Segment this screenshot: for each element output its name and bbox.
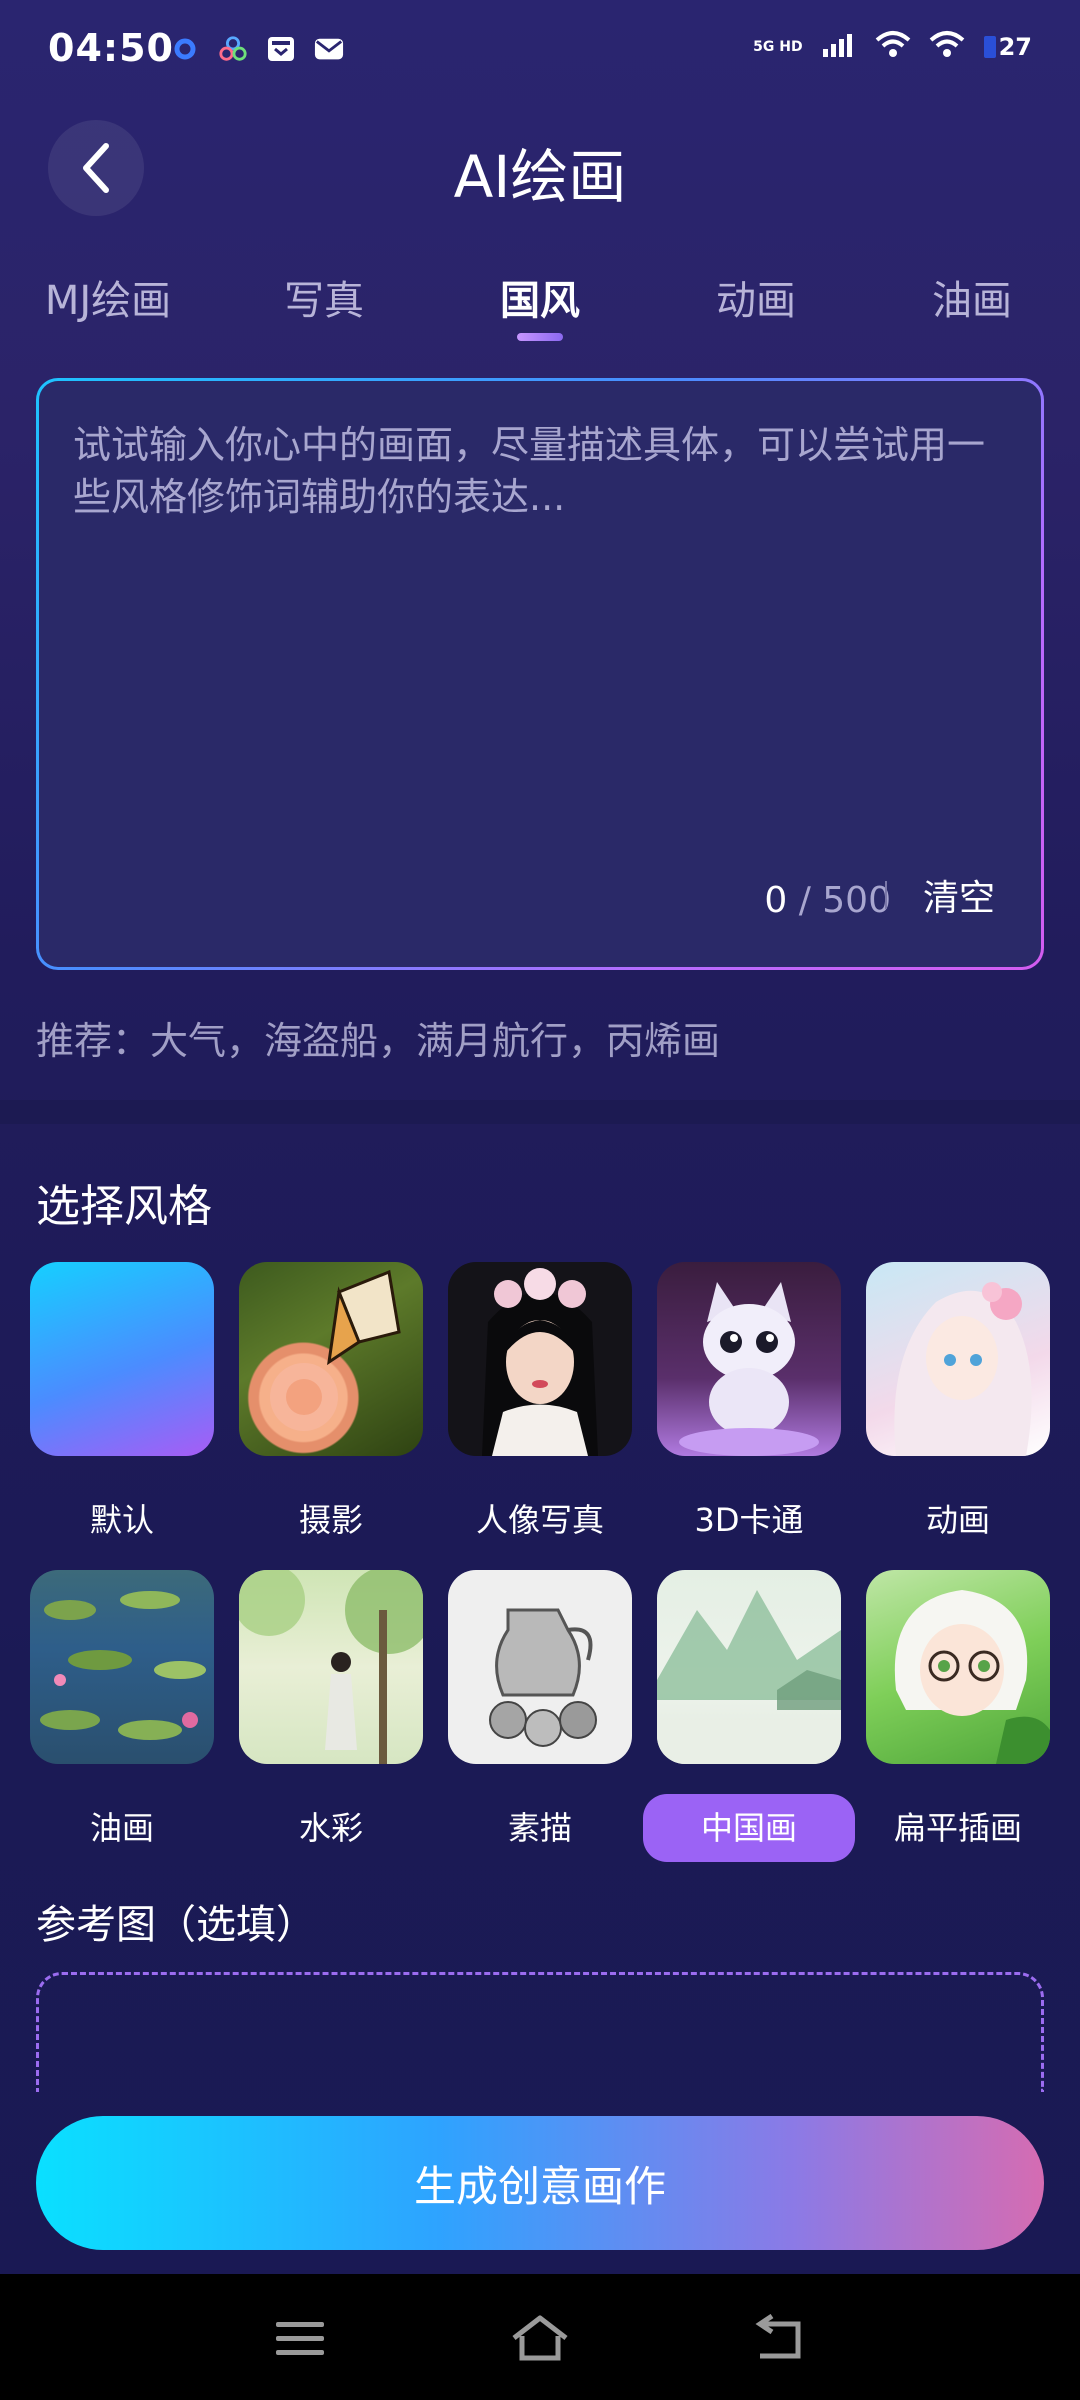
prompt-input-box[interactable]: 试试输入你心中的画面，尽量描述具体，可以尝试用一些风格修饰词辅助你的表达... … xyxy=(36,378,1044,970)
style-item-flat-illustration[interactable]: 扁平插画 xyxy=(866,1570,1050,1862)
status-time: 04:50 xyxy=(48,26,174,70)
style-label: 素描 xyxy=(507,1809,572,1847)
char-count-current: 0 xyxy=(764,880,788,921)
style-item-portrait[interactable]: 人像写真 xyxy=(448,1262,632,1554)
clear-button[interactable]: 清空 xyxy=(923,869,995,921)
tab-portrait[interactable]: 写真 xyxy=(284,268,364,326)
char-count-max: / 500 xyxy=(798,880,891,921)
signal-icon xyxy=(821,31,857,63)
style-label: 水彩 xyxy=(298,1809,363,1847)
battery-icon: 27 xyxy=(983,33,1032,61)
style-section-title: 选择风格 xyxy=(36,1181,212,1232)
style-label: 人像写真 xyxy=(475,1501,604,1539)
style-thumb-portrait xyxy=(448,1262,632,1456)
style-thumb-watercolor xyxy=(239,1570,423,1764)
wifi-icon xyxy=(875,30,911,64)
home-icon[interactable] xyxy=(510,2314,570,2364)
tab-mj[interactable]: MJ绘画 xyxy=(45,268,171,326)
reference-upload-area[interactable] xyxy=(36,1972,1044,2092)
style-item-3d-cartoon[interactable]: 3D卡通 xyxy=(657,1262,841,1554)
reference-title: 参考图（选填） xyxy=(36,1902,316,1948)
style-thumb-flat-illustration xyxy=(866,1570,1050,1764)
network-type-label: 5G HD xyxy=(753,39,803,55)
style-label: 动画 xyxy=(925,1501,990,1539)
status-notification-icons xyxy=(170,34,344,64)
char-counter: 0 / 500 xyxy=(764,880,891,921)
tab-guofeng[interactable]: 国风 xyxy=(500,268,580,326)
style-item-chinese-painting[interactable]: 中国画 xyxy=(643,1570,855,1862)
trefoil-app-icon xyxy=(218,34,248,64)
style-label: 默认 xyxy=(89,1501,154,1539)
style-thumb-default xyxy=(30,1262,214,1456)
inbox-icon xyxy=(266,34,296,64)
mail-icon xyxy=(314,34,344,64)
back-nav-icon[interactable] xyxy=(750,2314,810,2364)
style-label: 扁平插画 xyxy=(893,1809,1022,1847)
style-thumb-sketch xyxy=(448,1570,632,1764)
tab-oil-painting[interactable]: 油画 xyxy=(932,268,1012,326)
style-item-oil[interactable]: 油画 xyxy=(30,1570,214,1862)
page-title: AI绘画 xyxy=(453,143,627,211)
style-thumb-anime xyxy=(866,1262,1050,1456)
style-item-watercolor[interactable]: 水彩 xyxy=(239,1570,423,1862)
status-system-icons: 5G HD 27 xyxy=(753,30,1032,64)
style-item-anime[interactable]: 动画 xyxy=(866,1262,1050,1554)
style-label: 油画 xyxy=(89,1809,154,1847)
wifi-icon-secondary xyxy=(929,30,965,64)
style-label: 中国画 xyxy=(643,1794,855,1862)
style-thumb-chinese-painting xyxy=(657,1570,841,1764)
system-nav-bar xyxy=(0,2274,1080,2400)
style-label: 3D卡通 xyxy=(694,1501,804,1539)
generate-button[interactable]: 生成创意画作 xyxy=(36,2116,1044,2250)
ring-app-icon xyxy=(170,34,200,64)
style-thumb-oil xyxy=(30,1570,214,1764)
tab-animation[interactable]: 动画 xyxy=(716,268,796,326)
style-item-default[interactable]: 默认 xyxy=(30,1262,214,1554)
recommendation-text[interactable]: 推荐：大气，海盗船，满月航行，丙烯画 xyxy=(36,1010,720,1065)
prompt-placeholder[interactable]: 试试输入你心中的画面，尽量描述具体，可以尝试用一些风格修饰词辅助你的表达... xyxy=(73,419,1007,523)
style-item-photography[interactable]: 摄影 xyxy=(239,1262,423,1554)
style-thumb-photography xyxy=(239,1262,423,1456)
style-item-sketch[interactable]: 素描 xyxy=(448,1570,632,1862)
counter-divider xyxy=(885,881,887,909)
active-tab-indicator xyxy=(517,333,563,341)
menu-icon[interactable] xyxy=(270,2314,330,2364)
style-label: 摄影 xyxy=(298,1501,363,1539)
style-thumb-3d-cartoon xyxy=(657,1262,841,1456)
section-divider xyxy=(0,1100,1080,1124)
battery-level: 27 xyxy=(998,33,1032,61)
